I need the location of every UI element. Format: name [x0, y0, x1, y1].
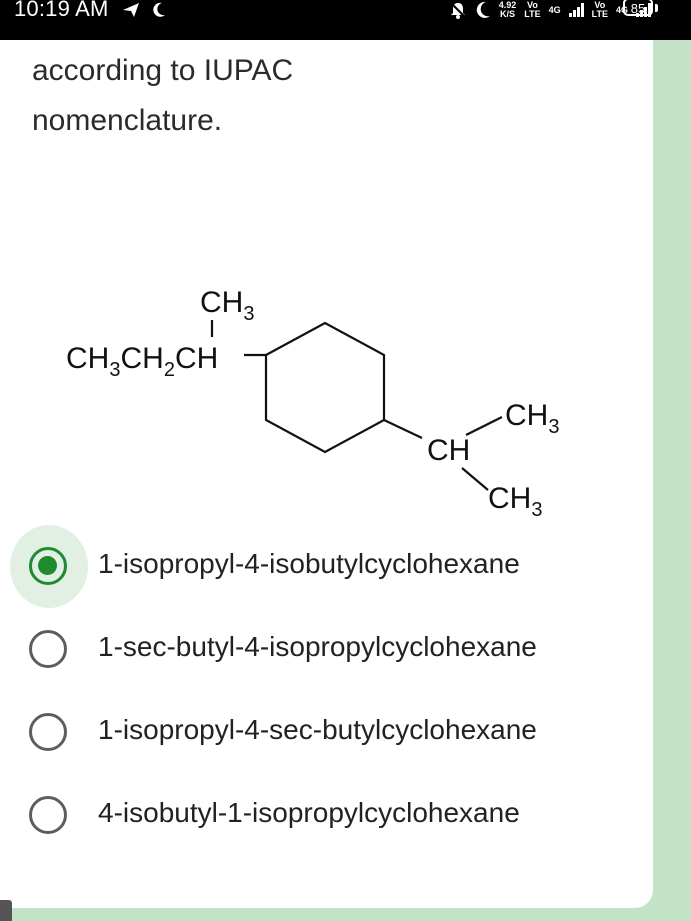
radio-unselected[interactable] — [29, 713, 67, 751]
network-speed: 4.92 K/S — [498, 0, 517, 19]
top-methyl-label: CH3 — [200, 286, 254, 325]
molecule-structure: CH3 CH3CH2CH CH CH3 CH3 — [66, 286, 559, 521]
sim1-volte: Vo LTE — [524, 0, 541, 19]
send-icon — [123, 3, 139, 17]
sim1-network: 4G — [548, 4, 561, 15]
answer-options: 1-isopropyl-4-isobutylcyclohexane 1-sec-… — [0, 525, 653, 857]
sim2-volte: Vo LTE — [591, 0, 608, 19]
moon-icon — [153, 2, 165, 17]
chain-label: CH3CH2CH — [66, 342, 218, 381]
signal-icon — [568, 3, 584, 17]
nav-handle — [0, 900, 12, 921]
radio-selected[interactable] — [29, 547, 67, 585]
question-card: according to IUPAC nomenclature. CH3 CH3… — [0, 40, 653, 908]
battery-icon: 85 — [623, 0, 653, 16]
bell-off-icon — [450, 2, 466, 19]
cyclohexane-ring — [264, 321, 386, 454]
option-1[interactable]: 1-isopropyl-4-isobutylcyclohexane — [0, 525, 653, 608]
question-text: according to IUPAC nomenclature. — [32, 54, 294, 137]
option-3[interactable]: 1-isopropyl-4-sec-butylcyclohexane — [0, 691, 653, 774]
option-label[interactable]: 1-isopropyl-4-sec-butylcyclohexane — [98, 714, 537, 746]
option-label[interactable]: 1-sec-butyl-4-isopropylcyclohexane — [98, 631, 537, 663]
radio-unselected[interactable] — [29, 630, 67, 668]
option-label[interactable]: 4-isobutyl-1-isopropylcyclohexane — [98, 797, 520, 829]
status-bar: 10:19 AM 4.92 K/S Vo LTE 4G Vo LTE 4G 85 — [0, 0, 691, 40]
option-label[interactable]: 1-isopropyl-4-isobutylcyclohexane — [98, 548, 520, 580]
isopropyl-ch-label: CH — [427, 434, 470, 467]
status-time: 10:19 AM — [14, 0, 109, 21]
isopropyl-methyl-upper: CH3 — [505, 399, 559, 438]
option-2[interactable]: 1-sec-butyl-4-isopropylcyclohexane — [0, 608, 653, 691]
isopropyl-methyl-lower: CH3 — [488, 482, 542, 521]
moon-icon — [476, 1, 490, 18]
option-4[interactable]: 4-isobutyl-1-isopropylcyclohexane — [0, 774, 653, 857]
radio-unselected[interactable] — [29, 796, 67, 834]
status-icons: 4.92 K/S Vo LTE 4G Vo LTE 4G — [449, 0, 651, 20]
